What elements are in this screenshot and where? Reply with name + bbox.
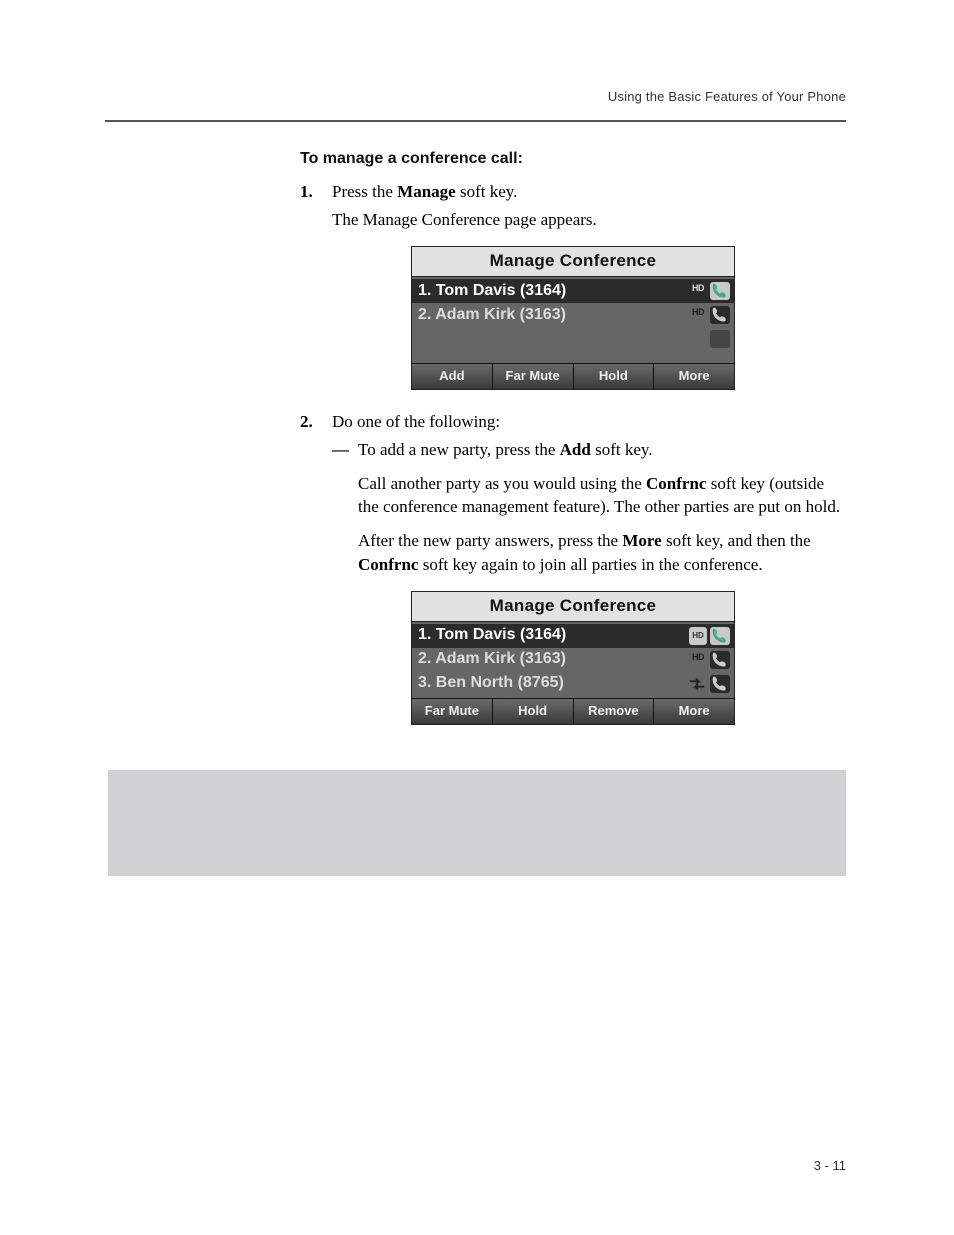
step-1-follow: The Manage Conference page appears.: [332, 208, 846, 232]
row-label: 2. Adam Kirk (3163): [418, 648, 689, 670]
dash-text: To add a new party, press the Add soft k…: [358, 438, 846, 462]
row-label: 3. Ben North (8765): [418, 672, 687, 694]
page-number: 3 - 11: [814, 1157, 846, 1175]
conference-row-3: 3. Ben North (8765): [412, 672, 734, 696]
softkey-remove[interactable]: Remove: [574, 699, 655, 724]
phone-icon: [710, 675, 730, 693]
softkey-hold[interactable]: Hold: [574, 364, 655, 389]
text: To add a new party, press the: [358, 440, 560, 459]
row-label: 2. Adam Kirk (3163): [418, 304, 689, 326]
text: soft key.: [456, 182, 518, 201]
text: soft key.: [591, 440, 653, 459]
softkey-far-mute[interactable]: Far Mute: [493, 364, 574, 389]
text: Press the: [332, 182, 397, 201]
lcd-screen: Manage Conference 1. Tom Davis (3164) HD: [411, 591, 735, 725]
softkey-hold[interactable]: Hold: [493, 699, 574, 724]
softkey-add[interactable]: Add: [412, 364, 493, 389]
phone-icon: [710, 306, 730, 324]
ghost-icon: [710, 330, 730, 348]
softkey-more[interactable]: More: [654, 699, 734, 724]
add-label: Add: [560, 440, 591, 459]
conference-row-1: 1. Tom Davis (3164) HD: [412, 279, 734, 303]
hd-icon: HD: [689, 627, 707, 645]
dash-follow-1: Call another party as you would using th…: [358, 472, 846, 520]
softkey-bar: Far Mute Hold Remove More: [412, 698, 734, 724]
phone-icon: [710, 282, 730, 300]
figure-manage-conference-2: Manage Conference 1. Tom Davis (3164) HD: [300, 591, 846, 725]
step-2: 2. Do one of the following:: [300, 410, 846, 434]
lcd-body: 1. Tom Davis (3164) HD 2. Adam Kirk (316…: [412, 622, 734, 698]
softkey-bar: Add Far Mute Hold More: [412, 363, 734, 389]
manage-label: Manage: [397, 182, 456, 201]
text: soft key, and then the: [662, 531, 811, 550]
figure-manage-conference-1: Manage Conference 1. Tom Davis (3164) HD…: [300, 246, 846, 390]
header-rule: [105, 120, 846, 122]
conference-row-empty: [412, 327, 734, 351]
softkey-far-mute[interactable]: Far Mute: [412, 699, 493, 724]
step-1: 1. Press the Manage soft key.: [300, 180, 846, 204]
dash-follow-2: After the new party answers, press the M…: [358, 529, 846, 577]
text: soft key again to join all parties in th…: [418, 555, 762, 574]
hd-icon: HD: [689, 651, 707, 669]
section-heading: To manage a conference call:: [300, 148, 846, 170]
text: Call another party as you would using th…: [358, 474, 646, 493]
dash-mark: —: [332, 438, 358, 462]
softkey-more[interactable]: More: [654, 364, 734, 389]
conference-row-1: 1. Tom Davis (3164) HD: [412, 624, 734, 648]
gray-band: [108, 770, 846, 876]
lcd-title: Manage Conference: [412, 247, 734, 277]
lcd-screen: Manage Conference 1. Tom Davis (3164) HD…: [411, 246, 735, 390]
phone-icon: [710, 627, 730, 645]
step-number: 2.: [300, 410, 332, 434]
arrows-icon: [687, 675, 707, 693]
conference-row-2: 2. Adam Kirk (3163) HD: [412, 303, 734, 327]
conference-row-2: 2. Adam Kirk (3163) HD: [412, 648, 734, 672]
row-label: 1. Tom Davis (3164): [418, 624, 689, 646]
step-number: 1.: [300, 180, 332, 204]
step-text: Do one of the following:: [332, 410, 846, 434]
running-head: Using the Basic Features of Your Phone: [608, 88, 846, 106]
confrnc-label: Confrnc: [646, 474, 706, 493]
step-text: Press the Manage soft key.: [332, 180, 846, 204]
more-label: More: [622, 531, 661, 550]
row-label: 1. Tom Davis (3164): [418, 280, 689, 302]
phone-icon: [710, 651, 730, 669]
confrnc-label: Confrnc: [358, 555, 418, 574]
lcd-title: Manage Conference: [412, 592, 734, 622]
hd-icon: HD: [689, 306, 707, 324]
hd-icon: HD: [689, 282, 707, 300]
lcd-body: 1. Tom Davis (3164) HD 2. Adam Kirk (316…: [412, 277, 734, 363]
text: After the new party answers, press the: [358, 531, 622, 550]
dash-item-add-party: — To add a new party, press the Add soft…: [332, 438, 846, 462]
